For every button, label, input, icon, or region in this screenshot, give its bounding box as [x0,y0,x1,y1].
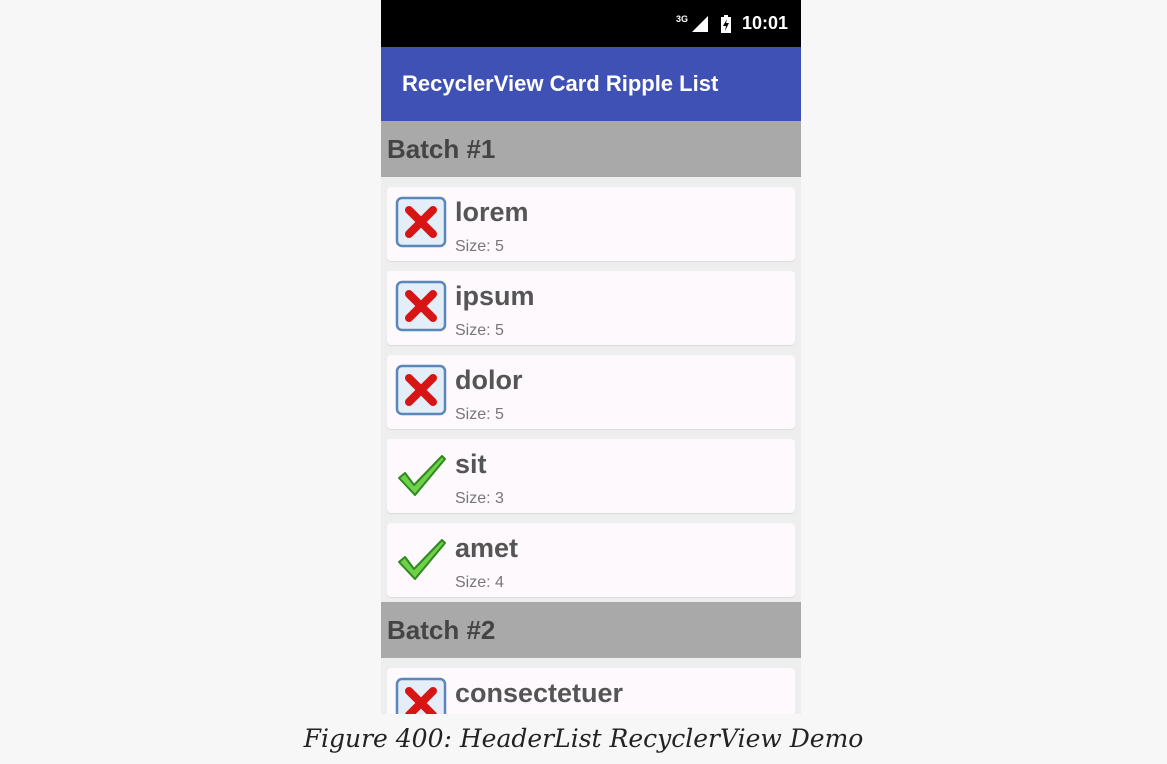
item-word: dolor [455,365,523,395]
section-header: Batch #2 [381,602,801,658]
item-word: amet [455,533,519,563]
figure-caption: Figure 400: HeaderList RecyclerView Demo [303,724,864,753]
delete-icon [395,677,447,714]
delete-icon [395,196,447,248]
ok-icon [398,455,446,496]
delete-icon [395,280,447,332]
item-word: consectetuer [455,678,624,708]
clock: 10:01 [741,13,788,33]
list-item[interactable]: ipsum Size: 5 [387,271,795,345]
list-item[interactable]: consectetuer [387,668,795,714]
item-word: sit [455,449,487,479]
phone-screen: 3G 10:01 RecyclerView Card Ripple List B… [381,0,801,714]
list-item[interactable]: lorem Size: 5 [387,187,795,261]
battery-charging-icon [720,14,731,33]
list-item[interactable]: sit Size: 3 [387,439,795,513]
signal-icon [691,15,708,32]
item-size: Size: 4 [455,574,504,591]
status-icons: 3G 10:01 [676,0,788,47]
item-size: Size: 3 [455,490,504,507]
status-bar: 3G 10:01 [381,0,801,47]
delete-icon [395,364,447,416]
section-header-label: Batch #1 [387,133,496,164]
app-toolbar: RecyclerView Card Ripple List [381,47,801,121]
ok-icon [398,539,446,580]
item-size: Size: 5 [455,406,504,423]
section-header: Batch #1 [381,121,801,177]
recycler-list[interactable]: Batch #1 lorem Size: 5 ipsum Size: 5 dol… [381,121,801,714]
toolbar-title: RecyclerView Card Ripple List [402,71,719,96]
item-size: Size: 5 [455,322,504,339]
list-item[interactable]: amet Size: 4 [387,523,795,597]
item-word: ipsum [455,281,535,311]
item-word: lorem [455,197,529,227]
item-size: Size: 5 [455,238,504,255]
list-item[interactable]: dolor Size: 5 [387,355,795,429]
network-type-label: 3G [675,13,688,24]
section-header-label: Batch #2 [387,614,496,645]
